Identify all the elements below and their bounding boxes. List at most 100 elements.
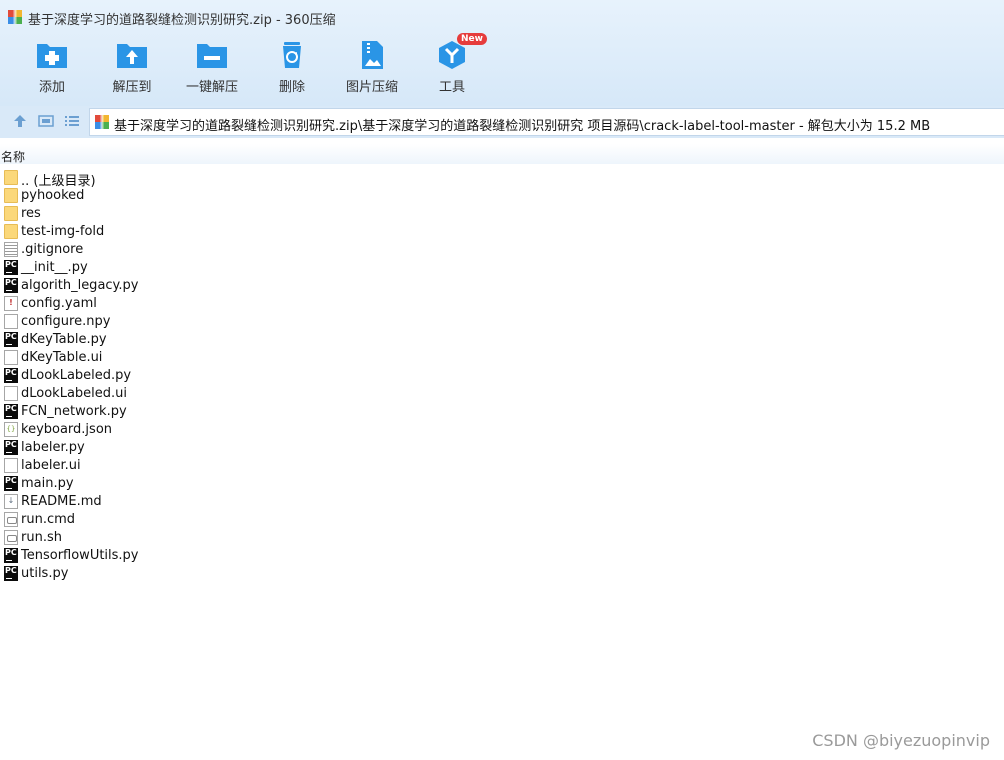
address-bar[interactable]: 基于深度学习的道路裂缝检测识别研究.zip\基于深度学习的道路裂缝检测识别研究 … <box>89 108 1004 136</box>
yaml-file-icon: ! <box>4 296 18 311</box>
address-path: 基于深度学习的道路裂缝检测识别研究.zip\基于深度学习的道路裂缝检测识别研究 … <box>114 119 931 134</box>
list-item[interactable]: ↓ README.md <box>0 493 1004 511</box>
one-click-extract-button[interactable]: 一键解压 <box>172 36 252 98</box>
list-item[interactable]: dLookLabeled.ui <box>0 385 1004 403</box>
markdown-file-icon: ↓ <box>4 494 18 509</box>
recycle-bin-icon <box>283 42 301 68</box>
list-item[interactable]: pyhooked <box>0 187 1004 205</box>
list-item[interactable]: .gitignore <box>0 241 1004 259</box>
folder-icon <box>4 224 18 239</box>
list-item[interactable]: labeler.ui <box>0 457 1004 475</box>
file-name: utils.py <box>21 566 69 581</box>
file-name: labeler.py <box>21 440 85 455</box>
folder-icon <box>4 170 18 185</box>
file-name: run.cmd <box>21 512 76 527</box>
list-item[interactable]: PC labeler.py <box>0 439 1004 457</box>
file-name: labeler.ui <box>21 458 81 473</box>
delete-label: 删除 <box>278 80 305 95</box>
one-click-extract-label: 一键解压 <box>185 80 238 95</box>
window-header: 基于深度学习的道路裂缝检测识别研究.zip - 360压缩 添加 解压到 一键解… <box>0 0 1004 106</box>
zip-archive-icon <box>95 115 109 129</box>
tools-label: 工具 <box>438 80 465 95</box>
file-name: algorith_legacy.py <box>21 278 139 293</box>
new-badge: New <box>457 33 487 45</box>
list-item[interactable]: ! config.yaml <box>0 295 1004 313</box>
address-bar-row: 基于深度学习的道路裂缝检测识别研究.zip\基于深度学习的道路裂缝检测识别研究 … <box>0 106 1004 138</box>
text-file-icon <box>4 242 18 257</box>
window-title: 基于深度学习的道路裂缝检测识别研究.zip - 360压缩 <box>28 13 336 28</box>
list-item[interactable]: PC TensorflowUtils.py <box>0 547 1004 565</box>
archive-app-icon <box>8 10 22 24</box>
pycharm-file-icon: PC <box>4 260 18 275</box>
pycharm-file-icon: PC <box>4 440 18 455</box>
file-name: __init__.py <box>21 260 88 275</box>
file-name: config.yaml <box>21 296 97 311</box>
pycharm-file-icon: PC <box>4 368 18 383</box>
file-name: configure.npy <box>21 314 111 329</box>
add-button[interactable]: 添加 <box>12 36 92 98</box>
pycharm-file-icon: PC <box>4 332 18 347</box>
list-item[interactable]: PC dKeyTable.py <box>0 331 1004 349</box>
file-name: dLookLabeled.py <box>21 368 132 383</box>
file-name: main.py <box>21 476 74 491</box>
list-view-icon[interactable] <box>63 112 81 130</box>
delete-button[interactable]: 删除 <box>252 36 332 98</box>
list-item[interactable]: run.sh <box>0 529 1004 547</box>
file-name: dKeyTable.ui <box>21 350 103 365</box>
extract-to-button[interactable]: 解压到 <box>92 36 172 98</box>
list-item[interactable]: PC __init__.py <box>0 259 1004 277</box>
add-label: 添加 <box>38 80 65 95</box>
file-list: .. (上级目录) pyhooked res test-img-fold .gitign… <box>0 169 1004 583</box>
image-zip-icon <box>362 41 383 69</box>
file-name: res <box>21 206 41 221</box>
script-file-icon <box>4 512 18 527</box>
toolbar: 添加 解压到 一键解压 删除 图片压缩 New 工具 <box>0 33 1004 100</box>
list-item[interactable]: run.cmd <box>0 511 1004 529</box>
pycharm-file-icon: PC <box>4 404 18 419</box>
json-file-icon: {} <box>4 422 18 437</box>
list-item[interactable]: configure.npy <box>0 313 1004 331</box>
file-name: pyhooked <box>21 188 85 203</box>
column-header-name[interactable]: 名称 <box>0 144 1004 164</box>
folder-icon <box>4 206 18 221</box>
pycharm-file-icon: PC <box>4 548 18 563</box>
extract-folder-icon <box>117 44 147 68</box>
list-item[interactable]: test-img-fold <box>0 223 1004 241</box>
one-click-folder-icon <box>197 44 227 68</box>
extract-to-label: 解压到 <box>112 80 152 95</box>
list-item[interactable]: res <box>0 205 1004 223</box>
column-name-label: 名称 <box>1 150 26 164</box>
folder-icon <box>4 188 18 203</box>
file-name: dKeyTable.py <box>21 332 107 347</box>
file-name: run.sh <box>21 530 62 545</box>
pycharm-file-icon: PC <box>4 566 18 581</box>
pycharm-file-icon: PC <box>4 476 18 491</box>
file-name: test-img-fold <box>21 224 105 239</box>
tools-button[interactable]: New 工具 <box>412 33 492 98</box>
blank-file-icon <box>4 350 18 365</box>
list-item[interactable]: PC dLookLabeled.py <box>0 367 1004 385</box>
blank-file-icon <box>4 314 18 329</box>
up-arrow-icon[interactable] <box>11 112 29 130</box>
list-item[interactable]: PC algorith_legacy.py <box>0 277 1004 295</box>
list-item[interactable]: .. (上级目录) <box>0 169 1004 189</box>
add-folder-icon <box>37 44 67 68</box>
image-compress-label: 图片压缩 <box>345 80 398 95</box>
list-item[interactable]: {} keyboard.json <box>0 421 1004 439</box>
watermark: CSDN @biyezuopinvip <box>812 731 990 750</box>
file-name: README.md <box>21 494 102 509</box>
list-item[interactable]: PC FCN_network.py <box>0 403 1004 421</box>
blank-file-icon <box>4 386 18 401</box>
file-name: keyboard.json <box>21 422 113 437</box>
blank-file-icon <box>4 458 18 473</box>
list-item[interactable]: dKeyTable.ui <box>0 349 1004 367</box>
pycharm-file-icon: PC <box>4 278 18 293</box>
file-name: .gitignore <box>21 242 84 257</box>
file-name: dLookLabeled.ui <box>21 386 128 401</box>
file-name: FCN_network.py <box>21 404 127 419</box>
list-item[interactable]: PC utils.py <box>0 565 1004 583</box>
image-compress-button[interactable]: 图片压缩 <box>332 36 412 98</box>
thumbnail-view-icon[interactable] <box>37 112 55 130</box>
script-file-icon <box>4 530 18 545</box>
list-item[interactable]: PC main.py <box>0 475 1004 493</box>
